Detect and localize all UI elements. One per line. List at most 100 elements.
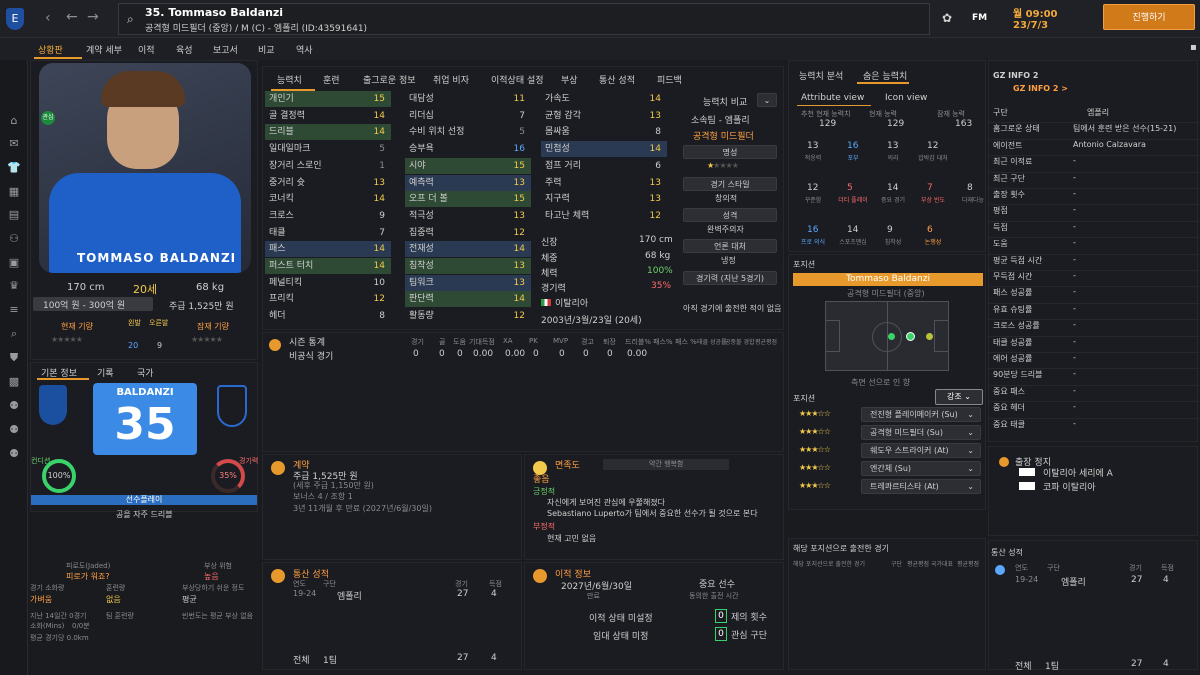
attribute-row[interactable]: 대담성 11 <box>405 91 531 107</box>
gz-row-value: - <box>1073 418 1076 428</box>
attribute-row[interactable]: 퍼스트 터치 14 <box>265 258 391 274</box>
attr-tab-7[interactable]: 피드백 <box>657 73 682 86</box>
data-icon[interactable]: ▤ <box>7 209 21 221</box>
back-arrow-icon[interactable]: ← <box>66 9 78 25</box>
nav-contract[interactable]: 계약 세부 <box>86 43 122 56</box>
attribute-value: 12 <box>373 294 385 305</box>
emphasis-dropdown[interactable]: 강조 ⌄ <box>935 389 983 405</box>
view-tab-1[interactable]: Icon view <box>885 93 927 103</box>
attribute-row[interactable]: 전재성 14 <box>405 241 531 258</box>
tactics-icon[interactable]: ▦ <box>7 186 21 198</box>
attribute-row[interactable]: 패스 14 <box>265 241 391 258</box>
attribute-row[interactable]: 활동량 12 <box>405 308 531 324</box>
attribute-row[interactable]: 예측력 13 <box>405 174 531 191</box>
attr-tab-0[interactable]: 능력치 <box>277 73 302 86</box>
search-icon[interactable]: ⌕ <box>127 12 134 27</box>
attr-tab-6[interactable]: 통산 성적 <box>599 73 635 86</box>
attribute-row[interactable]: 골 결정력 14 <box>265 108 391 124</box>
staff-icon[interactable]: ⚇ <box>7 233 21 245</box>
attribute-row[interactable]: 가속도 14 <box>541 91 667 107</box>
role-dropdown[interactable]: 쉐도우 스트라이커 (At) ⌄ <box>861 443 981 458</box>
competition-icon[interactable]: ≡ <box>7 304 21 316</box>
compare-dropdown[interactable]: ⌄ <box>757 93 777 107</box>
attribute-row[interactable]: 팀워크 13 <box>405 274 531 291</box>
attribute-row[interactable]: 타고난 체력 12 <box>541 208 667 224</box>
attr-tab-5[interactable]: 부상 <box>561 73 578 86</box>
role-dropdown[interactable]: 공격형 미드필더 (Su) ⌄ <box>861 425 981 440</box>
analysis-grid: 13 적응력 16 포부 13 의리 12 압박감 대처 12 꾸준함 5 더티 플레이 14 중요 경기… <box>789 141 987 251</box>
settings-icon[interactable]: ✿ <box>942 11 952 25</box>
gz-row-value: - <box>1073 221 1076 231</box>
attribute-row[interactable]: 지구력 13 <box>541 191 667 207</box>
attribute-row[interactable]: 집중력 12 <box>405 225 531 241</box>
attr-tab-4[interactable]: 이적상태 설정 <box>491 73 544 86</box>
attribute-row[interactable]: 민첩성 14 <box>541 141 667 158</box>
nav-history[interactable]: 역사 <box>296 43 313 56</box>
forward-arrow-icon[interactable]: → <box>87 9 99 25</box>
attribute-row[interactable]: 페널티킥 10 <box>265 275 391 291</box>
squad-icon[interactable]: 👕 <box>7 162 21 174</box>
attribute-row[interactable]: 균형 감각 13 <box>541 108 667 124</box>
schedule-icon[interactable]: ▣ <box>7 257 21 269</box>
attribute-row[interactable]: 주력 13 <box>541 175 667 191</box>
history-r-row-club[interactable]: 엠폴리 <box>1061 575 1086 588</box>
happiness-label[interactable]: 면족도 <box>555 458 580 471</box>
attribute-row[interactable]: 일대일마크 5 <box>265 141 391 157</box>
attr-tab-1[interactable]: 훈련 <box>323 73 340 86</box>
nav-development[interactable]: 육성 <box>176 43 193 56</box>
attribute-row[interactable]: 수비 위치 선정 5 <box>405 124 531 140</box>
attribute-row[interactable]: 태클 7 <box>265 225 391 241</box>
attribute-row[interactable]: 판단력 14 <box>405 291 531 308</box>
club-logo[interactable]: E <box>6 8 24 30</box>
attr-tab-2[interactable]: 출그로운 정보 <box>363 73 416 86</box>
person2-icon[interactable]: ⚉ <box>7 424 21 436</box>
attribute-row[interactable]: 몸싸움 8 <box>541 124 667 140</box>
attribute-row[interactable]: 헤더 8 <box>265 308 391 324</box>
lock-icon[interactable]: ▪ <box>1190 42 1197 53</box>
view-tab-0[interactable]: Attribute view <box>801 93 864 103</box>
nav-compare[interactable]: 비교 <box>258 43 275 56</box>
person3-icon[interactable]: ⚉ <box>7 448 21 460</box>
nav-overview[interactable]: 상황판 <box>38 43 63 56</box>
continue-button[interactable]: 진행하기 <box>1103 4 1195 30</box>
nav-reports[interactable]: 보고서 <box>213 43 238 56</box>
club-icon[interactable]: ⛊ <box>7 352 21 364</box>
attribute-row[interactable]: 점프 거리 6 <box>541 158 667 174</box>
tab-nation[interactable]: 국가 <box>137 366 154 379</box>
attribute-row[interactable]: 드리블 14 <box>265 124 391 141</box>
history-row-club[interactable]: 엠폴리 <box>337 589 362 602</box>
tab-records[interactable]: 기록 <box>97 366 114 379</box>
attribute-row[interactable]: 오프 더 볼 15 <box>405 191 531 208</box>
attribute-row[interactable]: 리더십 7 <box>405 108 531 124</box>
nav-transfer[interactable]: 이적 <box>138 43 155 56</box>
person-icon[interactable]: ⚉ <box>7 400 21 412</box>
attribute-row[interactable]: 적극성 13 <box>405 208 531 224</box>
attribute-name: 활동량 <box>409 311 434 322</box>
attribute-row[interactable]: 크로스 9 <box>265 208 391 224</box>
role-dropdown[interactable]: 트레콰르티스타 (At) ⌄ <box>861 479 981 494</box>
fm-logo[interactable]: FM <box>972 13 987 23</box>
ban-item-0: 이탈리아 세리에 A <box>1043 469 1113 479</box>
trophy-icon[interactable]: ♛ <box>7 280 21 292</box>
attribute-row[interactable]: 장거리 스로인 1 <box>265 158 391 174</box>
finance-icon[interactable]: ▩ <box>7 376 21 388</box>
attr-tab-3[interactable]: 취업 비자 <box>433 73 469 86</box>
prev-icon[interactable]: ‹ <box>45 10 51 26</box>
inbox-icon[interactable]: ✉ <box>7 138 21 150</box>
history-total-games: 27 <box>457 653 469 663</box>
attribute-row[interactable]: 코너킥 14 <box>265 191 391 207</box>
analysis-tab-0[interactable]: 능력치 분석 <box>799 69 843 82</box>
attribute-row[interactable]: 승부욕 16 <box>405 141 531 157</box>
analysis-tab-1[interactable]: 숨은 능력치 <box>863 69 907 82</box>
attribute-row[interactable]: 침착성 13 <box>405 258 531 274</box>
gz-link[interactable]: GZ INFO 2 > <box>1013 84 1068 93</box>
season-label[interactable]: 시즌 통계 <box>289 335 325 348</box>
home-icon[interactable]: ⌂ <box>7 115 21 127</box>
scouting-icon[interactable]: ⌕ <box>7 328 21 340</box>
attribute-row[interactable]: 프리킥 12 <box>265 291 391 307</box>
role-dropdown[interactable]: 엔간체 (Su) ⌄ <box>861 461 981 476</box>
attribute-row[interactable]: 중거리 슛 13 <box>265 175 391 191</box>
attribute-row[interactable]: 시야 15 <box>405 157 531 174</box>
role-dropdown[interactable]: 전진형 플레이메이커 (Su) ⌄ <box>861 407 981 422</box>
attribute-row[interactable]: 개인기 15 <box>265 91 391 107</box>
